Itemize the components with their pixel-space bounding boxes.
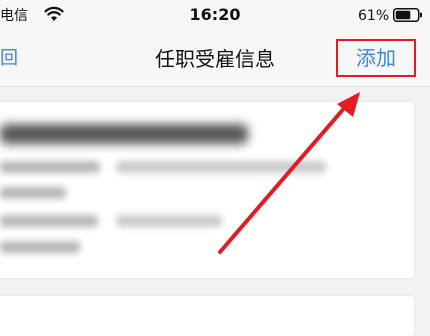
field-label-redacted [0, 161, 100, 173]
field-value-redacted [116, 215, 222, 227]
add-button[interactable]: 添加 [336, 39, 416, 77]
battery-icon [393, 8, 422, 22]
battery-percent: 61% [358, 8, 390, 24]
status-bar: 电信 16:20 61% [0, 0, 430, 34]
field-label-redacted [0, 241, 80, 253]
employment-record-card[interactable] [0, 102, 414, 278]
field-value-redacted [116, 161, 326, 173]
field-label-redacted [0, 187, 66, 199]
employer-name-redacted [0, 124, 248, 144]
employment-record-card[interactable] [0, 296, 414, 336]
field-label-redacted [0, 215, 98, 227]
nav-bar: 回 任职受雇信息 添加 [0, 34, 430, 87]
